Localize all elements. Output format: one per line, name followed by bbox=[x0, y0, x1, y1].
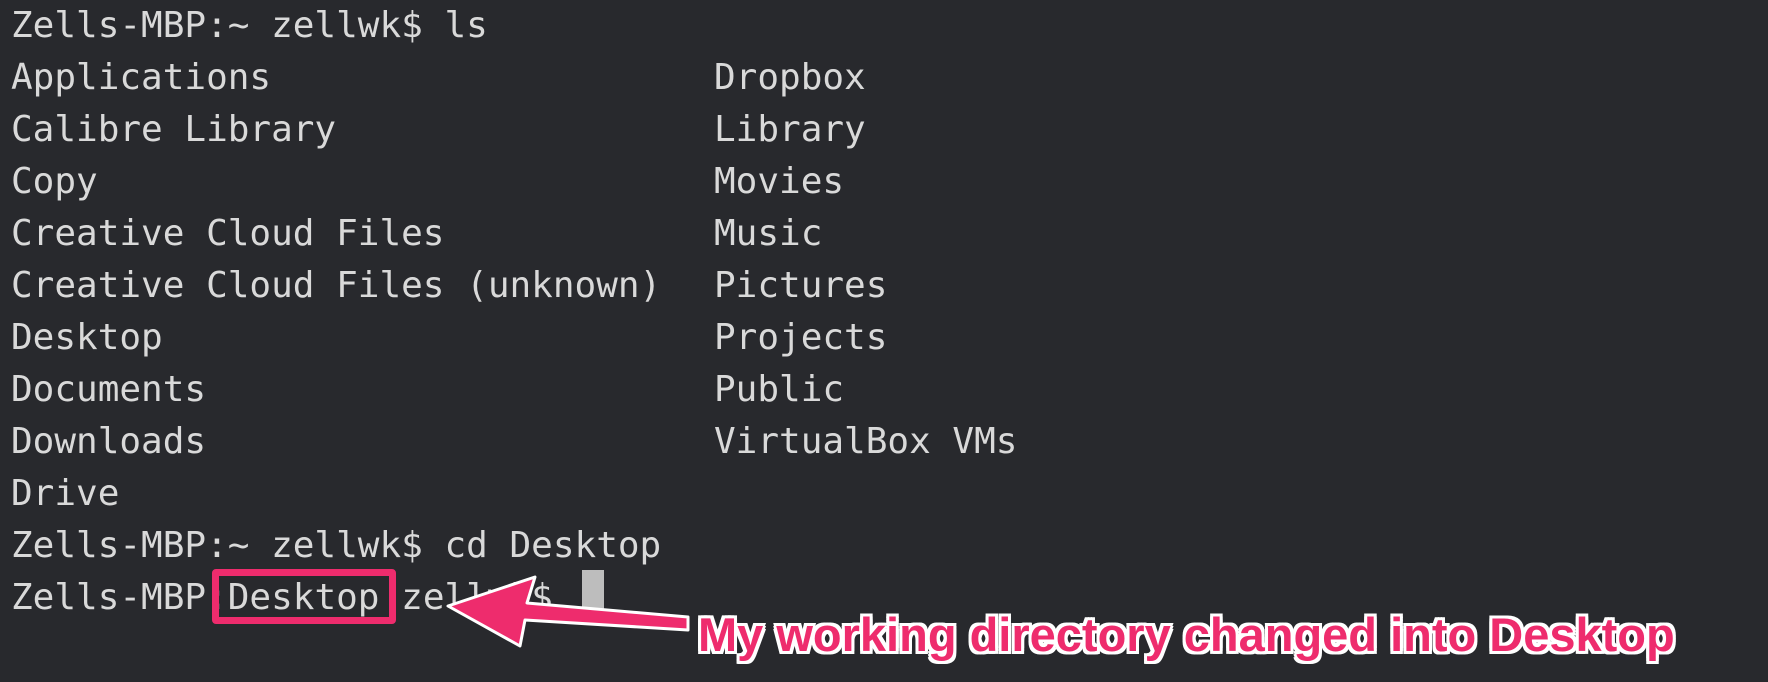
list-item: Movies bbox=[714, 161, 845, 202]
list-item: VirtualBox VMs bbox=[714, 421, 1018, 462]
list-item: Music bbox=[714, 213, 823, 254]
command-ls: ls bbox=[444, 5, 488, 46]
command-line-ls: Zells-MBP:~ zellwk$ ls bbox=[11, 0, 488, 52]
list-item: Drive bbox=[11, 473, 120, 514]
prompt-home: Zells-MBP:~ zellwk$ bbox=[11, 5, 445, 46]
list-item: Documents bbox=[11, 369, 207, 410]
command-cd: cd Desktop bbox=[444, 525, 662, 566]
prompt-home: Zells-MBP:~ zellwk$ bbox=[11, 525, 445, 566]
list-item: Projects bbox=[714, 317, 888, 358]
terminal-window[interactable]: Zells-MBP:~ zellwk$ ls Applications Cali… bbox=[0, 0, 1768, 682]
command-line-cd: Zells-MBP:~ zellwk$ cd Desktop bbox=[11, 520, 661, 572]
list-item: Dropbox bbox=[714, 57, 866, 98]
list-item: Downloads bbox=[11, 421, 207, 462]
list-item: Pictures bbox=[714, 265, 888, 306]
prompt-desktop-host: Zells-MBP: bbox=[11, 577, 228, 618]
prompt-desktop-user: zellwk$ bbox=[379, 577, 575, 618]
list-item: Creative Cloud Files (unknown) bbox=[11, 265, 662, 306]
list-item: Calibre Library bbox=[11, 109, 337, 150]
annotation-label: My working directory changed into Deskto… bbox=[698, 608, 1675, 661]
highlight-box bbox=[212, 569, 396, 624]
list-item: Creative Cloud Files bbox=[11, 213, 445, 254]
list-item: Desktop bbox=[11, 317, 163, 358]
text-cursor[interactable] bbox=[582, 570, 604, 616]
list-item: Applications bbox=[11, 57, 272, 98]
list-item: Public bbox=[714, 369, 845, 410]
list-item: Library bbox=[714, 109, 866, 150]
list-item: Copy bbox=[11, 161, 98, 202]
